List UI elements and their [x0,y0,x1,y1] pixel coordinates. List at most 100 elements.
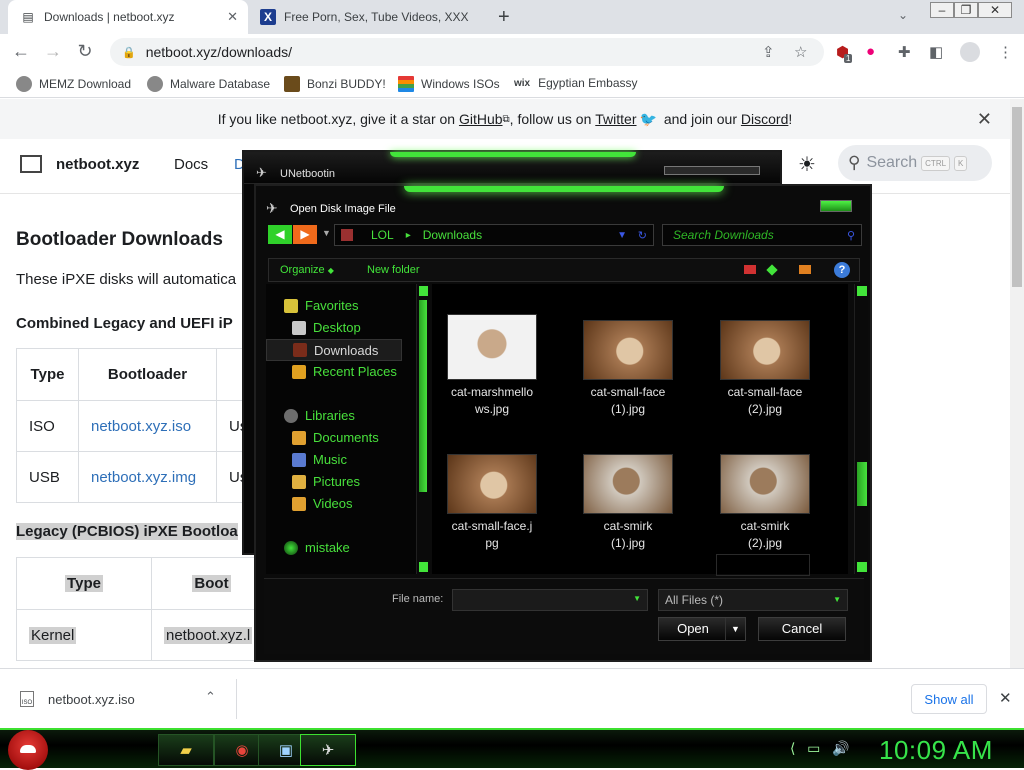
open-button[interactable]: Open ▼ [658,617,746,641]
file-item[interactable]: cat-smirk (2).jpg [705,454,825,552]
nav-music[interactable]: Music [292,452,347,467]
cancel-button[interactable]: Cancel [758,617,846,641]
close-shelf-icon[interactable]: ✕ [999,689,1012,707]
file-type-select[interactable]: All Files (*) ▼ [658,589,848,611]
help-icon[interactable]: ? [834,262,850,278]
dialog-close-button[interactable] [820,200,852,212]
breadcrumb-downloads[interactable]: Downloads [423,228,482,242]
new-folder-button[interactable]: New folder [367,264,420,276]
start-button-angry-bird-icon[interactable] [8,730,48,770]
close-window-button[interactable]: ✕ [978,2,1012,18]
bookmark-bonzi[interactable]: Bonzi BUDDY! [284,76,386,92]
restore-button[interactable]: ❐ [954,2,978,18]
side-panel-icon[interactable]: ◧ [929,43,943,61]
file-item[interactable]: cat-small-face (2).jpg [705,320,825,418]
file-name-dropdown-icon[interactable]: ▼ [633,594,641,603]
nav-mistake[interactable]: mistake [284,540,350,555]
scroll-up-icon[interactable] [419,286,428,296]
discord-link[interactable]: Discord [741,111,788,127]
battery-icon[interactable]: ▭ [807,740,820,756]
twitter-link[interactable]: Twitter [595,111,636,127]
scroll-down-icon[interactable] [857,562,867,572]
nav-videos[interactable]: Videos [292,496,353,511]
nav-documents[interactable]: Documents [292,430,379,445]
file-list-scrollbar-thumb[interactable] [857,462,867,506]
nav-favorites[interactable]: Favorites [284,298,358,313]
file-item[interactable]: cat-small-face (1).jpg [568,320,688,418]
search-downloads-input[interactable]: Search Downloads ⚲ [662,224,862,246]
download-options-chevron-icon[interactable]: ⌃ [205,689,216,705]
extensions-puzzle-icon[interactable]: ✚ [898,43,911,61]
taskbar-clock[interactable]: 10:09 AM [879,735,993,766]
forward-button[interactable]: → [42,41,64,62]
breadcrumb-separator-icon[interactable]: ▸ [406,230,411,241]
system-tray: ⟨ ▭ 🔊 [790,740,849,757]
file-item[interactable]: cat-small-face.j pg [432,454,552,552]
music-icon [292,452,306,467]
view-dropdown-icon[interactable] [766,264,778,276]
nav-scrollbar-thumb[interactable] [419,300,427,492]
recent-locations-chevron-icon[interactable]: ▼ [322,228,331,238]
bookmark-malware-db[interactable]: Malware Database [147,76,270,92]
download-item[interactable]: ISO netboot.xyz.iso [20,691,135,707]
file-explorer-taskbar-icon[interactable]: ▰ [158,734,214,766]
github-link[interactable]: GitHub [459,111,503,127]
menu-kebab-icon[interactable]: ⋮ [998,43,1013,61]
close-tab-icon[interactable]: ✕ [227,9,238,25]
preview-pane-icon[interactable] [799,265,811,274]
tab-second[interactable]: X Free Porn, Sex, Tube Videos, XXX [248,0,488,34]
tab-netboot-downloads[interactable]: ▤ Downloads | netboot.xyz ✕ [8,0,248,34]
breadcrumb-bar[interactable]: LOL ▸ Downloads ▼ ↻ [334,224,654,246]
nav-desktop[interactable]: Desktop [292,320,361,335]
minimize-button[interactable]: – [930,2,954,18]
reload-button[interactable]: ↻ [74,41,96,62]
scroll-down-icon[interactable] [419,562,428,572]
site-logo-icon[interactable] [20,155,42,173]
profile-avatar[interactable] [960,42,980,62]
nav-pictures[interactable]: Pictures [292,474,360,489]
nav-docs-link[interactable]: Docs [174,156,208,173]
back-arrow-icon[interactable]: ◀ [268,225,292,244]
new-tab-button[interactable]: + [498,6,510,29]
file-item-partial[interactable] [716,554,810,576]
window-controls[interactable] [664,166,760,175]
unetbootin-taskbar-icon[interactable]: ✈ [300,734,356,766]
star-icon [284,298,298,313]
view-options-icon[interactable] [744,265,756,274]
organize-button[interactable]: Organize ◆ [280,264,334,276]
nav-downloads[interactable]: Downloads [266,339,402,361]
page-scrollbar-thumb[interactable] [1012,107,1022,287]
img-download-link[interactable]: netboot.xyz.img [91,469,196,486]
file-item[interactable]: cat-marshmello ws.jpg [432,314,552,418]
nav-recent-places[interactable]: Recent Places [292,364,397,379]
refresh-icon[interactable]: ↻ [638,229,647,242]
nav-libraries[interactable]: Libraries [284,408,355,423]
breadcrumb-lol[interactable]: LOL [371,228,394,242]
close-banner-icon[interactable]: ✕ [977,109,992,130]
site-search-button[interactable]: ⚲ Search CTRL K [838,145,992,181]
forward-arrow-icon[interactable]: ▶ [293,225,317,244]
volume-icon[interactable]: 🔊 [832,740,849,756]
address-dropdown-icon[interactable]: ▼ [617,230,627,241]
bookmark-windows-isos[interactable]: Windows ISOs [398,76,500,92]
share-icon[interactable]: ⇪ [762,43,775,61]
bookmark-egyptian-embassy[interactable]: wix Egyptian Embassy [514,76,638,90]
open-dropdown-icon[interactable]: ▼ [725,618,745,640]
iso-download-link[interactable]: netboot.xyz.iso [91,418,191,435]
scroll-up-icon[interactable] [857,286,867,296]
bookmark-star-icon[interactable]: ☆ [794,43,807,61]
tray-chevron-icon[interactable]: ⟨ [790,740,795,756]
site-name[interactable]: netboot.xyz [56,156,139,173]
extension-flag-icon[interactable]: ● [866,43,875,60]
file-name-input[interactable]: ▼ [452,589,648,611]
address-bar[interactable]: 🔒 netboot.xyz/downloads/ [110,38,824,66]
nav-scrollbar[interactable] [416,284,430,574]
file-item[interactable]: cat-smirk (1).jpg [568,454,688,552]
theme-toggle-sun-icon[interactable]: ☀ [798,152,816,177]
page-scrollbar[interactable] [1010,99,1024,668]
tab-search-chevron-icon[interactable]: ⌄ [898,8,908,22]
file-list-scrollbar[interactable] [854,284,868,574]
show-all-button[interactable]: Show all [911,684,987,714]
bookmark-memz[interactable]: MEMZ Download [16,76,131,92]
back-button[interactable]: ← [10,41,32,62]
